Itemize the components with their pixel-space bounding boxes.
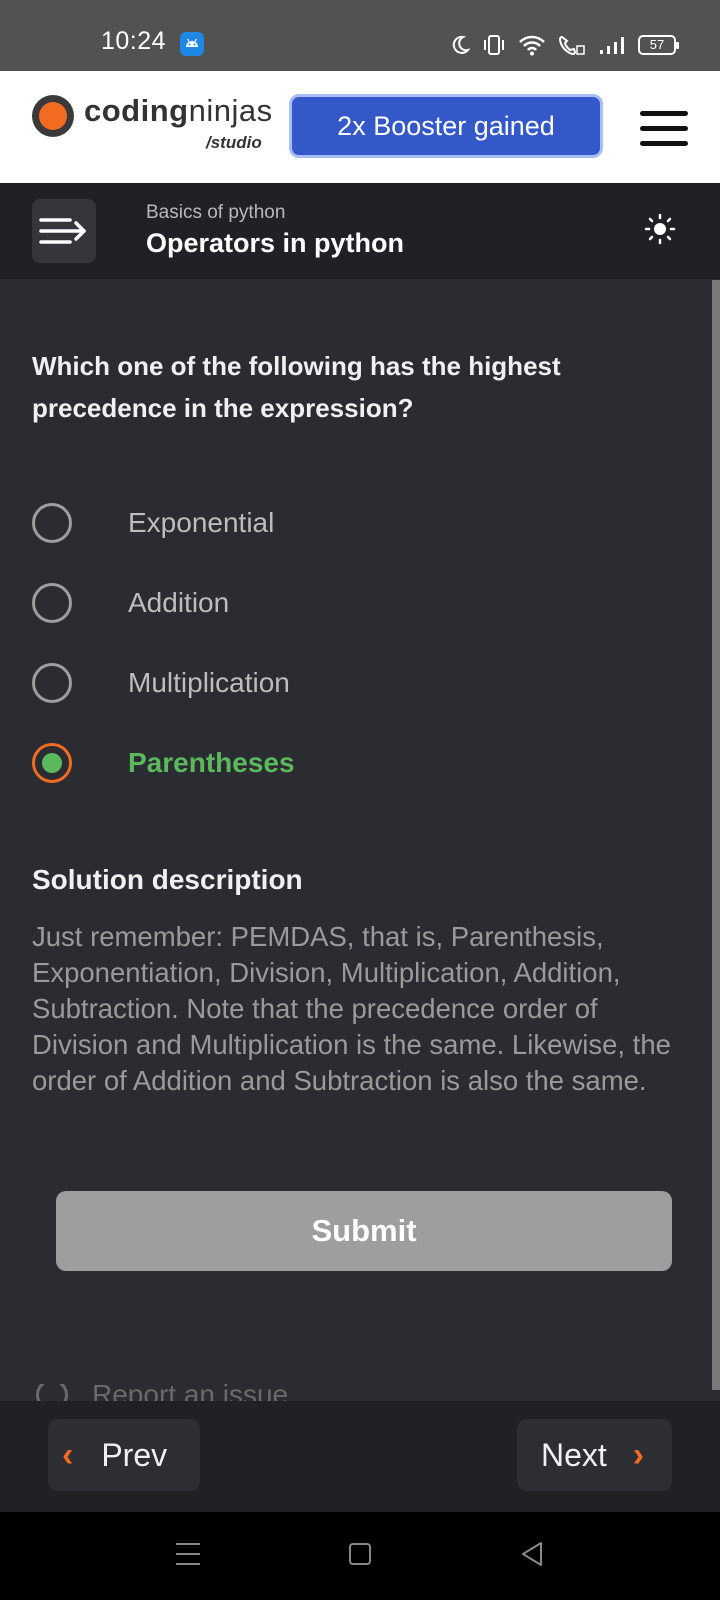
report-label: Report an issue [92,1384,289,1402]
status-bar: 10:24 57 [0,0,720,71]
report-icon [36,1384,68,1402]
hamburger-menu-icon[interactable] [640,111,688,147]
codingninjas-logo-icon[interactable] [32,95,74,137]
solution-title: Solution description [32,864,303,895]
prev-label: Prev [101,1436,168,1473]
wifi-icon [519,35,545,56]
vibrate-icon [484,35,504,55]
back-icon[interactable] [519,1540,545,1568]
app-header: codingninjas /studio 2x Booster gained [0,71,720,183]
radio-button[interactable] [32,583,72,623]
bottom-navigation: ‹ Prev Next › [0,1401,720,1512]
course-name: Basics of python [146,202,286,223]
sun-icon[interactable] [644,213,676,245]
option-parentheses[interactable]: Parentheses [32,733,672,793]
recent-apps-icon[interactable] [176,1543,200,1565]
radio-button[interactable] [32,663,72,703]
brand-word-light: ninjas [188,93,273,128]
option-label: Parentheses [128,747,295,778]
option-label: Exponential [128,507,275,538]
option-addition[interactable]: Addition [32,573,672,633]
chevron-left-icon: ‹ [62,1435,74,1474]
chevron-right-icon: › [632,1435,645,1474]
moon-icon [452,35,470,54]
radio-button-selected[interactable] [32,743,72,783]
next-button[interactable]: Next › [517,1419,672,1491]
submit-button[interactable]: Submit [56,1191,672,1271]
next-label: Next [541,1436,607,1473]
booster-badge-button[interactable]: 2x Booster gained [289,94,603,158]
android-app-icon [180,32,204,56]
option-label: Addition [128,587,230,618]
home-icon[interactable] [349,1543,371,1565]
report-issue-link[interactable]: Report an issue [36,1384,288,1402]
brand-word-bold: coding [84,93,189,128]
wifi-calling-icon [558,35,585,56]
status-time: 10:24 [101,27,167,55]
radio-button[interactable] [32,503,72,543]
lesson-title: Operators in python [146,228,405,258]
battery-icon: 57 [638,35,679,55]
system-navigation-bar [0,1512,720,1600]
lesson-header: Basics of python Operators in python [0,183,720,279]
option-multiplication[interactable]: Multiplication [32,653,672,713]
lesson-menu-button[interactable] [32,199,96,263]
signal-icon [600,37,624,54]
brand-name[interactable]: codingninjas [84,93,273,129]
collapse-menu-icon [39,218,86,244]
option-exponential[interactable]: Exponential [32,493,672,553]
prev-button[interactable]: ‹ Prev [48,1419,200,1491]
brand-subtitle: /studio [206,133,262,152]
option-label: Multiplication [128,667,290,698]
question-text: Which one of the following has the highe… [32,351,561,423]
scrollbar[interactable] [712,280,720,1390]
solution-description: Just remember: PEMDAS, that is, Parenthe… [32,921,671,1096]
